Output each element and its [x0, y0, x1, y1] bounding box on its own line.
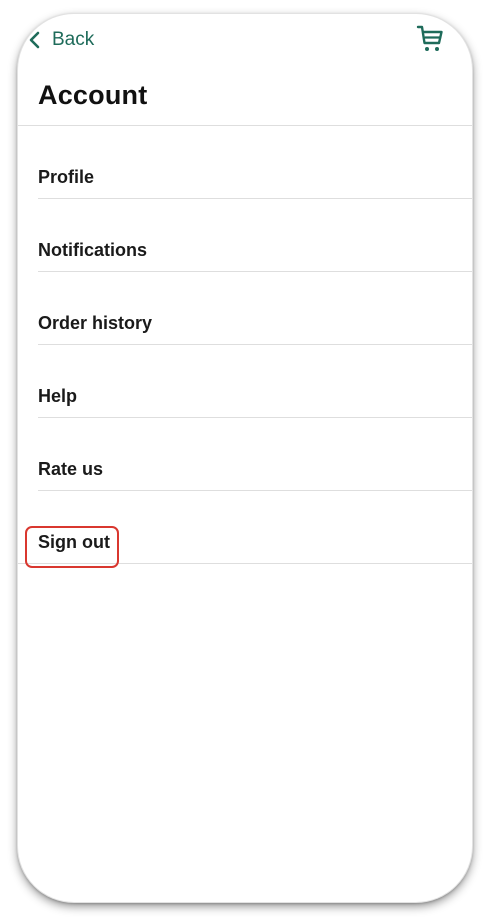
menu-item-order-history[interactable]: Order history — [38, 272, 472, 345]
top-navigation-bar: Back — [18, 14, 472, 64]
menu-item-sign-out[interactable]: Sign out — [18, 491, 472, 564]
menu-item-label: Rate us — [38, 459, 104, 479]
menu-item-label: Order history — [38, 313, 153, 333]
menu-item-label: Notifications — [38, 240, 148, 260]
menu-item-profile[interactable]: Profile — [38, 126, 472, 199]
menu-item-label: Profile — [38, 167, 95, 187]
menu-item-label: Help — [38, 386, 78, 406]
menu-item-notifications[interactable]: Notifications — [38, 199, 472, 272]
menu-item-label: Sign out — [38, 532, 110, 552]
page-title: Account — [38, 80, 148, 110]
cart-button[interactable] — [416, 24, 444, 54]
cart-icon — [416, 25, 444, 58]
back-button[interactable]: Back — [28, 26, 94, 54]
chevron-left-icon — [28, 30, 44, 50]
back-label: Back — [52, 29, 95, 50]
menu-item-help[interactable]: Help — [38, 345, 472, 418]
menu-item-rate-us[interactable]: Rate us — [38, 418, 472, 491]
phone-screen: Back Account Profile Notifications Order… — [18, 14, 472, 902]
account-menu: Profile Notifications Order history Help… — [18, 126, 472, 564]
